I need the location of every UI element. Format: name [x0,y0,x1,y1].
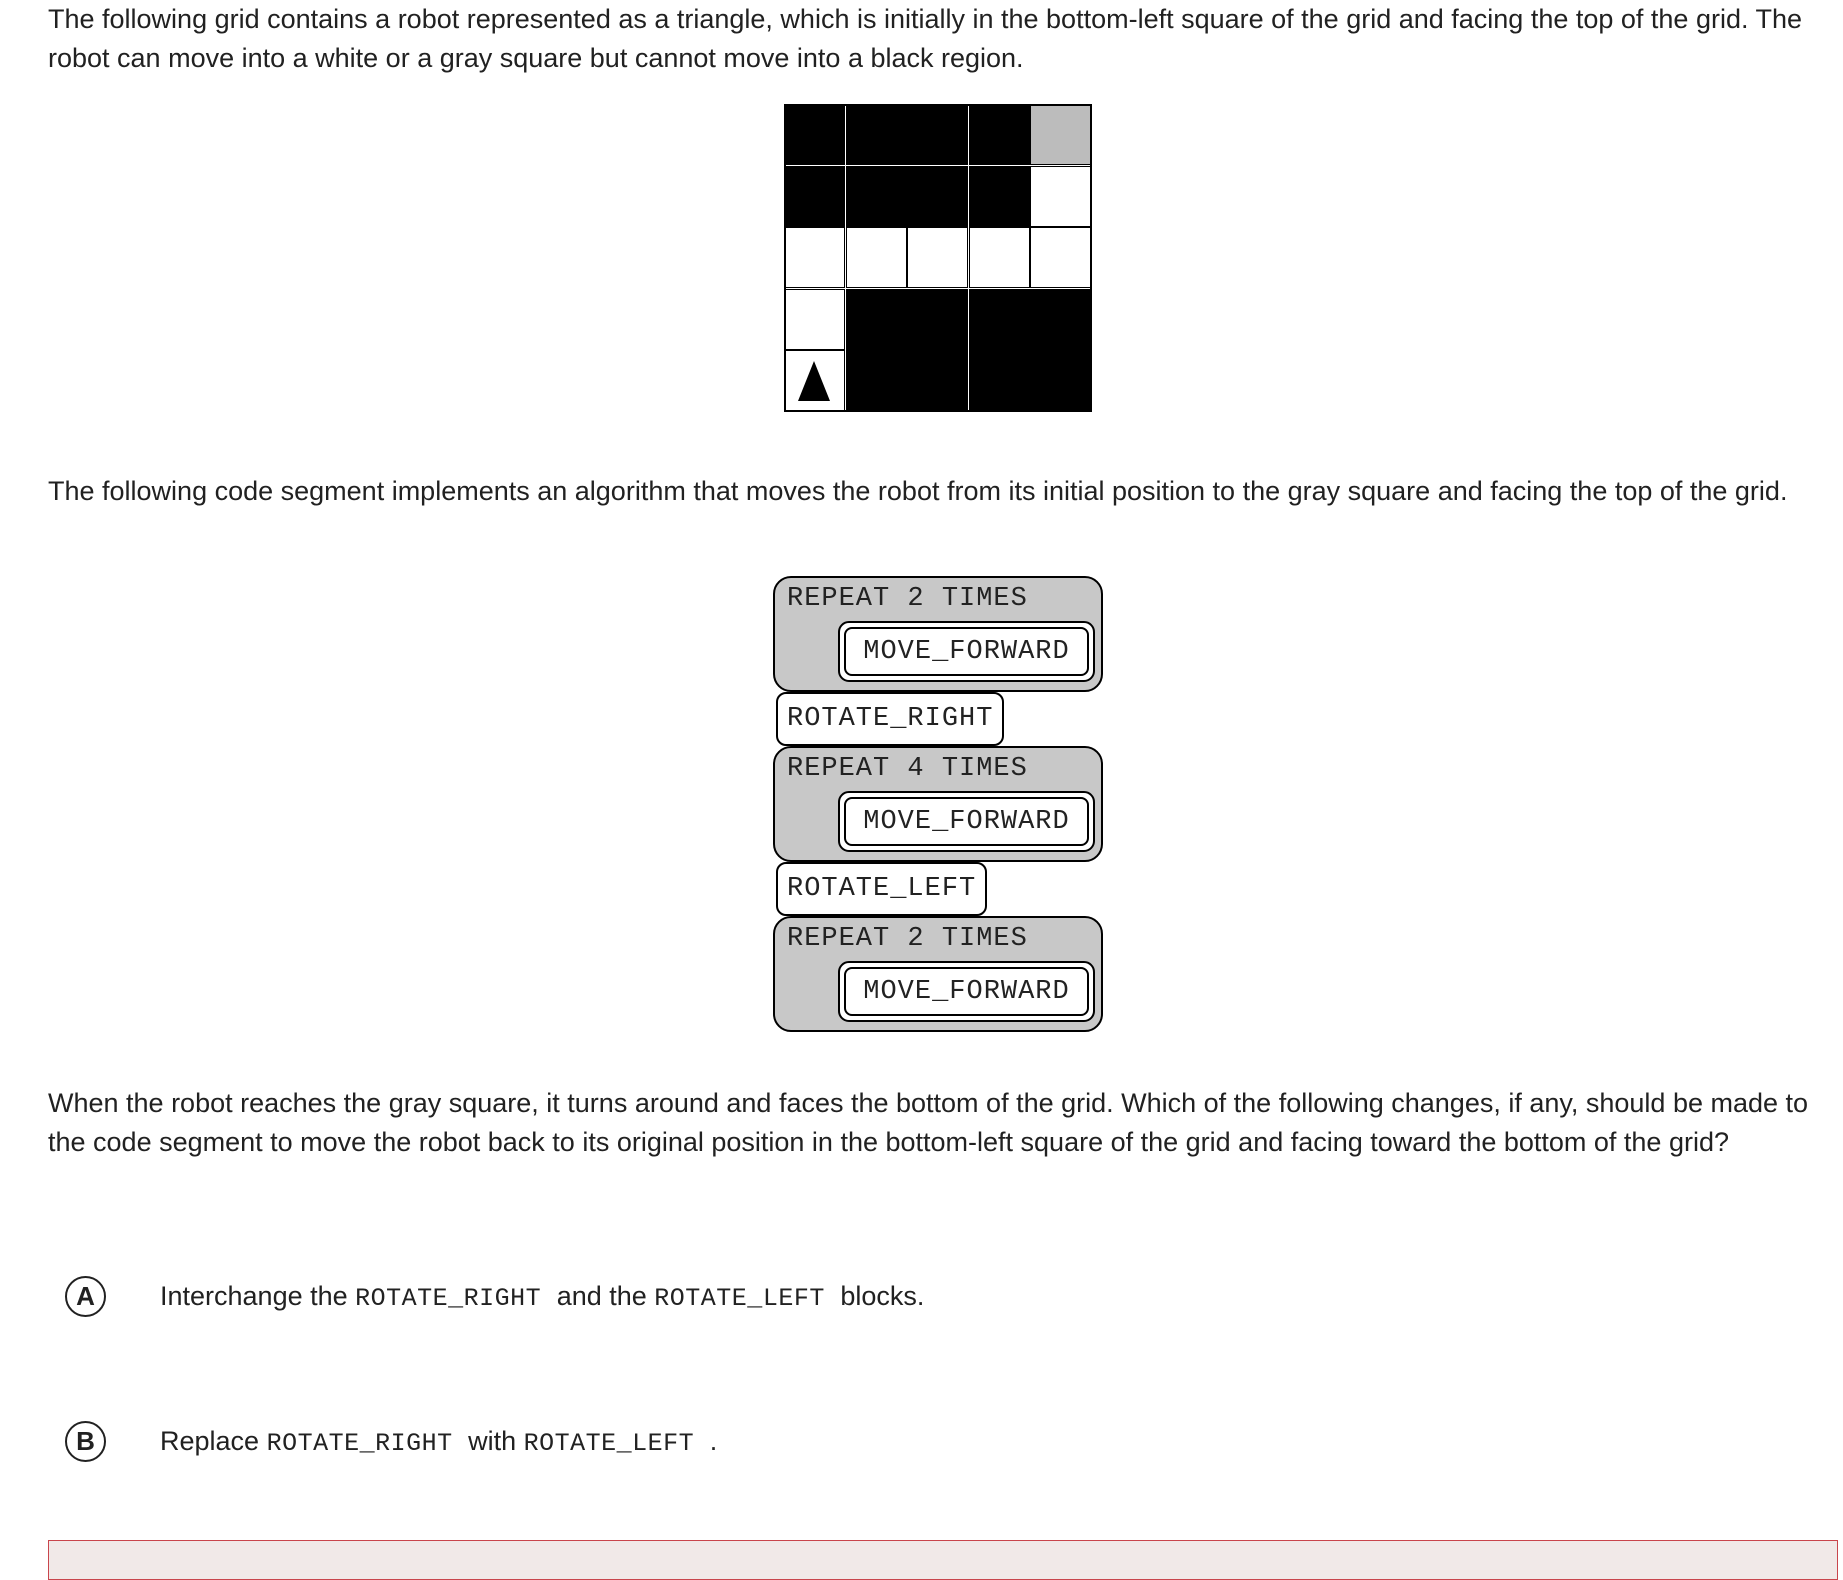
answer-option-b[interactable]: B Replace ROTATE_RIGHT with ROTATE_LEFT . [65,1421,717,1462]
question-paragraph: When the robot reaches the gray square, … [48,1088,1809,1157]
code-intro-paragraph: The following code segment implements an… [48,476,1788,506]
option-letter-a-badge: A [65,1276,106,1317]
code-segment: REPEAT 2 TIMES MOVE_FORWARD ROTATE_RIGHT RE… [773,576,1103,1032]
move-forward-label: MOVE_FORWARD [844,967,1089,1016]
move-forward-block: MOVE_FORWARD [838,621,1095,682]
option-letter-b-badge: B [65,1421,106,1462]
option-text: Interchange the ROTATE_RIGHT and the ROT… [160,1280,925,1313]
move-forward-label: MOVE_FORWARD [844,627,1089,676]
move-forward-label: MOVE_FORWARD [844,797,1089,846]
move-forward-block: MOVE_FORWARD [838,961,1095,1022]
rotate-left-block: ROTATE_LEFT [776,862,988,916]
repeat-header: REPEAT 4 TIMES [787,754,1028,784]
move-forward-block: MOVE_FORWARD [838,791,1095,852]
answer-option-a[interactable]: A Interchange the ROTATE_RIGHT and the RO… [65,1276,924,1317]
repeat-block: REPEAT 4 TIMES MOVE_FORWARD [773,746,1103,862]
repeat-block: REPEAT 2 TIMES MOVE_FORWARD [773,576,1103,692]
repeat-block: REPEAT 2 TIMES MOVE_FORWARD [773,916,1103,1032]
rotate-right-block: ROTATE_RIGHT [776,692,1005,746]
grid-border [784,104,1092,412]
option-text: Replace ROTATE_RIGHT with ROTATE_LEFT . [160,1425,718,1458]
answer-option-c-highlight[interactable] [48,1540,1838,1580]
repeat-header: REPEAT 2 TIMES [787,924,1028,954]
intro-paragraph: The following grid contains a robot repr… [48,4,1803,73]
repeat-header: REPEAT 2 TIMES [787,584,1028,614]
